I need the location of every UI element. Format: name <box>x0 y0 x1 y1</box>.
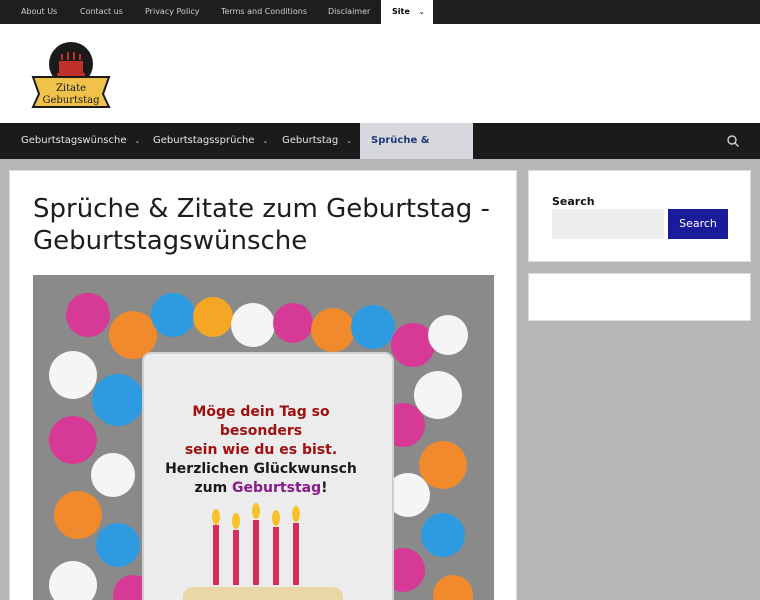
greeting-line-4-suffix: ! <box>321 480 328 496</box>
top-nav-contact-us[interactable]: Contact us <box>80 0 123 24</box>
top-bar: About Us Contact us Privacy Policy Terms… <box>0 0 760 24</box>
logo-line1: Zitate <box>56 83 86 94</box>
nav-item-geburtstag[interactable]: Geburtstag ⌄ <box>282 123 352 159</box>
top-nav-about-us[interactable]: About Us <box>21 0 57 24</box>
chevron-down-icon: ⌄ <box>346 137 353 145</box>
top-nav-site-label: Site <box>392 7 410 16</box>
greeting-text: Möge dein Tag so besonders sein wie du e… <box>153 403 369 498</box>
chevron-down-icon: ⌄ <box>418 8 425 16</box>
nav-item-label: Geburtstag <box>282 135 339 146</box>
logo-line2: Geburtstag <box>42 95 100 106</box>
greeting-line-4: zum Geburtstag! <box>153 479 369 498</box>
top-nav-site[interactable]: Site ⌄ <box>381 0 433 24</box>
nav-item-label: Geburtstagswünsche <box>21 135 127 146</box>
featured-image: Möge dein Tag so besonders sein wie du e… <box>33 275 494 600</box>
sidebar-empty-widget <box>528 273 751 321</box>
greeting-line-4-highlight: Geburtstag <box>232 480 322 496</box>
greeting-line-1: Möge dein Tag so besonders <box>192 404 330 439</box>
site-header: Zitate Geburtstag <box>0 24 760 123</box>
nav-item-sprueche-zitate[interactable]: Sprüche & Zitate⌄ <box>360 123 473 182</box>
main-content: Sprüche & Zitate zum Geburtstag - Geburt… <box>9 170 517 600</box>
search-button[interactable]: Search <box>668 209 728 239</box>
greeting-line-3: Herzlichen Glückwunsch <box>165 461 357 477</box>
chevron-down-icon: ⌄ <box>262 137 269 145</box>
search-widget-title: Search <box>552 195 595 208</box>
top-nav-terms[interactable]: Terms and Conditions <box>221 0 307 24</box>
top-nav-privacy-policy[interactable]: Privacy Policy <box>145 0 200 24</box>
greeting-line-2: sein wie du es bist. <box>184 442 338 458</box>
nav-item-geburtstagssprueche[interactable]: Geburtstagssprüche ⌄ <box>153 123 268 159</box>
top-nav-disclaimer[interactable]: Disclaimer <box>328 0 370 24</box>
nav-item-geburtstagswuensche[interactable]: Geburtstagswünsche ⌄ <box>21 123 140 159</box>
page-title: Sprüche & Zitate zum Geburtstag - Geburt… <box>33 194 490 256</box>
sidebar-search-widget: Search Search <box>528 170 751 262</box>
search-icon[interactable] <box>726 134 740 148</box>
search-input[interactable] <box>552 209 664 239</box>
nav-item-label: Geburtstagssprüche <box>153 135 255 146</box>
site-logo[interactable]: Zitate Geburtstag <box>31 39 111 109</box>
greeting-line-4-prefix: zum <box>194 480 233 496</box>
chevron-down-icon: ⌄ <box>134 137 141 145</box>
main-nav: Geburtstagswünsche ⌄ Geburtstagssprüche ⌄ … <box>0 123 760 182</box>
